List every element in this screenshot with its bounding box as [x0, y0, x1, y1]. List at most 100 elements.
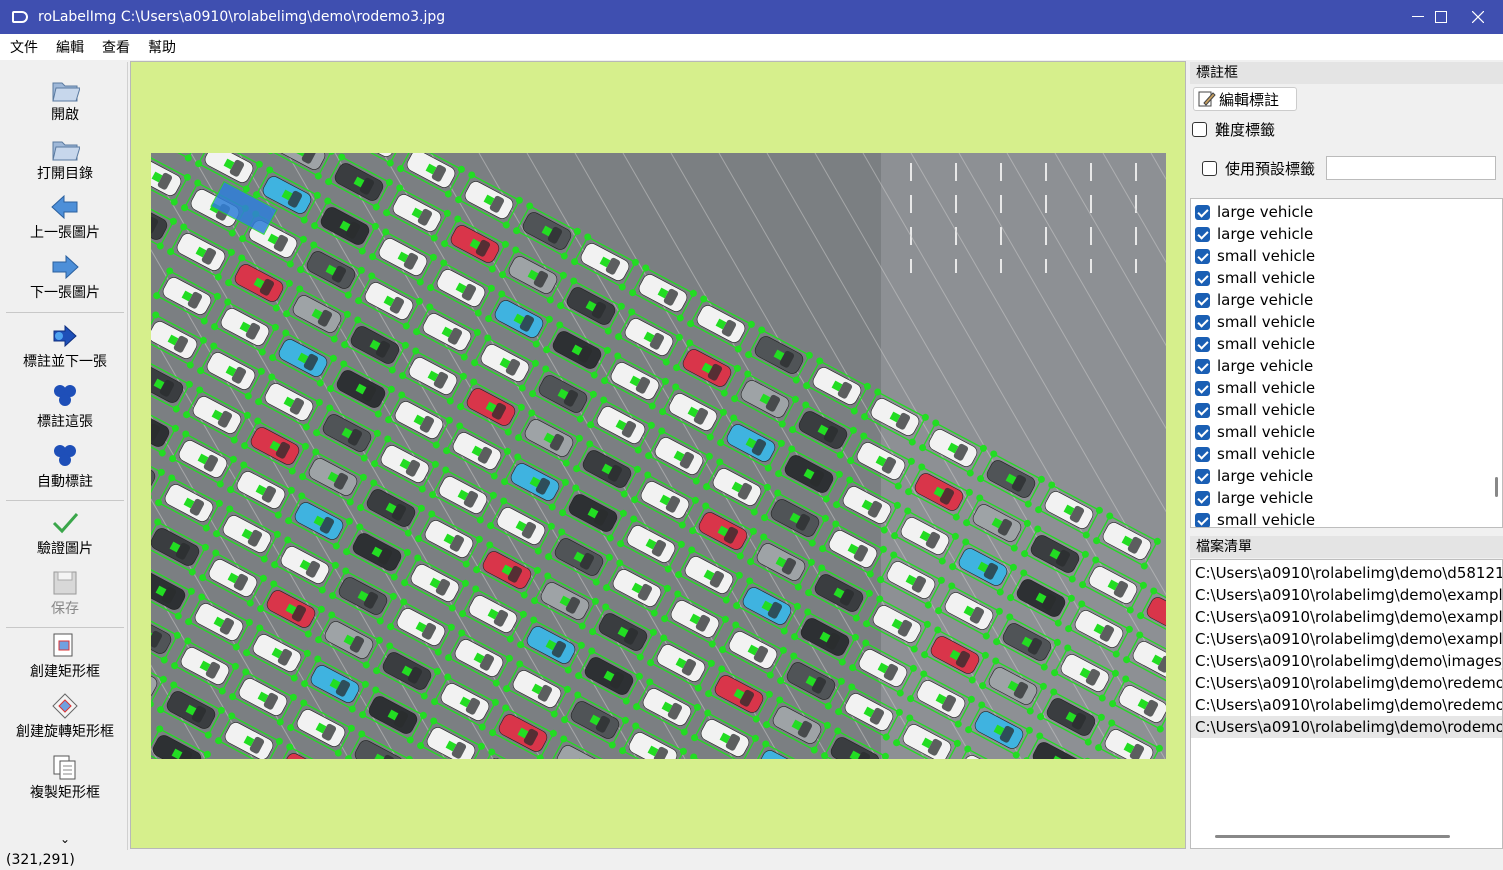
label-next-icon	[50, 321, 80, 351]
label-checkbox[interactable]	[1195, 359, 1210, 374]
label-list-item[interactable]: small vehicle	[1191, 509, 1502, 528]
label-list-item[interactable]: large vehicle	[1191, 355, 1502, 377]
label-checkbox[interactable]	[1195, 249, 1210, 264]
toolbar-more-button[interactable]: ⌄	[2, 832, 128, 846]
label-checkbox[interactable]	[1195, 469, 1210, 484]
label-next-button[interactable]: 標註並下一張	[2, 321, 128, 371]
window-title: roLabelImg C:\Users\a0910\rolabelimg\dem…	[38, 9, 445, 25]
menu-view[interactable]: 查看	[92, 37, 138, 57]
app-icon	[12, 11, 28, 23]
file-list-item[interactable]: C:\Users\a0910\rolabelimg\demo\example	[1191, 606, 1502, 628]
close-button[interactable]	[1455, 0, 1501, 34]
menu-edit[interactable]: 編輯	[46, 37, 92, 57]
open-button[interactable]: 開啟	[2, 74, 128, 124]
label-checkbox[interactable]	[1195, 425, 1210, 440]
open-dir-button[interactable]: 打開目錄	[2, 133, 128, 183]
label-list[interactable]: large vehiclelarge vehiclesmall vehicles…	[1190, 198, 1503, 528]
label-list-item[interactable]: large vehicle	[1191, 223, 1502, 245]
next-image-button[interactable]: 下一張圖片	[2, 252, 128, 302]
label-dock-title: 標註框	[1190, 62, 1503, 84]
label-checkbox[interactable]	[1195, 315, 1210, 330]
use-default-label-checkbox-box[interactable]	[1202, 161, 1217, 176]
label-checkbox[interactable]	[1195, 447, 1210, 462]
label-name: small vehicle	[1217, 445, 1315, 463]
label-icon	[50, 381, 80, 411]
verify-button[interactable]: 驗證圖片	[2, 508, 128, 558]
parking-lot-image	[151, 153, 1166, 759]
copy-rect-button[interactable]: 複製矩形框	[2, 752, 128, 802]
file-list-item[interactable]: C:\Users\a0910\rolabelimg\demo\example	[1191, 628, 1502, 650]
label-list-item[interactable]: large vehicle	[1191, 289, 1502, 311]
label-checkbox[interactable]	[1195, 513, 1210, 528]
menu-bar: 文件 編輯 查看 幫助	[0, 34, 1503, 60]
file-list-hscrollbar[interactable]	[1215, 835, 1450, 838]
file-list[interactable]: C:\Users\a0910\rolabelimg\demo\d58121C:\…	[1190, 559, 1503, 849]
menu-help[interactable]: 幫助	[138, 37, 184, 57]
label-name: large vehicle	[1217, 203, 1313, 221]
prev-image-button[interactable]: 上一張圖片	[2, 192, 128, 242]
label-checkbox[interactable]	[1195, 205, 1210, 220]
use-default-label-checkbox[interactable]: 使用預設標籤	[1202, 158, 1315, 179]
left-toolbar: 開啟 打開目錄 上一張圖片 下一張圖片 標註並下一張 標註這張 自動標	[2, 62, 128, 850]
label-checkbox[interactable]	[1195, 271, 1210, 286]
label-list-item[interactable]: small vehicle	[1191, 311, 1502, 333]
create-rect-button[interactable]: 創建矩形框	[2, 631, 128, 681]
close-icon	[1472, 11, 1484, 23]
folder-open-icon	[50, 74, 80, 104]
auto-label-button[interactable]: 自動標註	[2, 441, 128, 491]
label-checkbox[interactable]	[1195, 337, 1210, 352]
auto-label-icon	[50, 441, 80, 471]
label-name: small vehicle	[1217, 511, 1315, 528]
default-label-input[interactable]	[1326, 156, 1496, 180]
label-checkbox[interactable]	[1195, 381, 1210, 396]
label-name: large vehicle	[1217, 489, 1313, 507]
label-checkbox[interactable]	[1195, 491, 1210, 506]
cursor-coords: (321,291)	[6, 852, 75, 868]
label-name: small vehicle	[1217, 423, 1315, 441]
label-list-scrollbar[interactable]	[1495, 477, 1498, 497]
label-name: large vehicle	[1217, 291, 1313, 309]
label-this-button[interactable]: 標註這張	[2, 381, 128, 431]
folder-open-icon	[50, 133, 80, 163]
label-name: small vehicle	[1217, 313, 1315, 331]
file-dock-title: 檔案清單	[1190, 536, 1503, 558]
label-checkbox[interactable]	[1195, 227, 1210, 242]
rotated-rect-icon	[50, 691, 80, 721]
checkmark-icon	[50, 508, 80, 538]
difficult-checkbox-box[interactable]	[1192, 122, 1207, 137]
status-bar: (321,291)	[0, 850, 1503, 867]
menu-file[interactable]: 文件	[0, 37, 46, 57]
file-list-item[interactable]: C:\Users\a0910\rolabelimg\demo\d58121	[1191, 562, 1502, 584]
label-list-item[interactable]: large vehicle	[1191, 201, 1502, 223]
label-list-item[interactable]: small vehicle	[1191, 399, 1502, 421]
image-canvas[interactable]	[130, 61, 1186, 849]
annotated-image[interactable]	[151, 153, 1166, 759]
create-rotated-rect-button[interactable]: 創建旋轉矩形框	[2, 691, 128, 741]
copy-icon	[50, 752, 80, 782]
label-list-item[interactable]: small vehicle	[1191, 421, 1502, 443]
label-name: large vehicle	[1217, 467, 1313, 485]
difficult-checkbox[interactable]: 難度標籤	[1192, 119, 1275, 140]
label-checkbox[interactable]	[1195, 293, 1210, 308]
file-list-item[interactable]: C:\Users\a0910\rolabelimg\demo\images_	[1191, 650, 1502, 672]
label-name: small vehicle	[1217, 247, 1315, 265]
file-list-item[interactable]: C:\Users\a0910\rolabelimg\demo\redemo	[1191, 672, 1502, 694]
label-name: small vehicle	[1217, 401, 1315, 419]
label-checkbox[interactable]	[1195, 403, 1210, 418]
label-name: small vehicle	[1217, 379, 1315, 397]
file-list-item[interactable]: C:\Users\a0910\rolabelimg\demo\example	[1191, 584, 1502, 606]
edit-label-button[interactable]: 編輯標註	[1193, 87, 1297, 111]
file-list-item[interactable]: C:\Users\a0910\rolabelimg\demo\rodemo	[1191, 716, 1502, 738]
file-list-item[interactable]: C:\Users\a0910\rolabelimg\demo\redemo	[1191, 694, 1502, 716]
label-list-item[interactable]: large vehicle	[1191, 487, 1502, 509]
label-list-item[interactable]: small vehicle	[1191, 245, 1502, 267]
label-list-item[interactable]: small vehicle	[1191, 443, 1502, 465]
label-list-item[interactable]: large vehicle	[1191, 465, 1502, 487]
save-button[interactable]: 保存	[2, 568, 128, 618]
chevron-down-icon: ⌄	[60, 832, 70, 846]
save-icon	[50, 568, 80, 598]
title-bar: roLabelImg C:\Users\a0910\rolabelimg\dem…	[0, 0, 1503, 34]
label-list-item[interactable]: small vehicle	[1191, 267, 1502, 289]
label-list-item[interactable]: small vehicle	[1191, 377, 1502, 399]
label-list-item[interactable]: small vehicle	[1191, 333, 1502, 355]
